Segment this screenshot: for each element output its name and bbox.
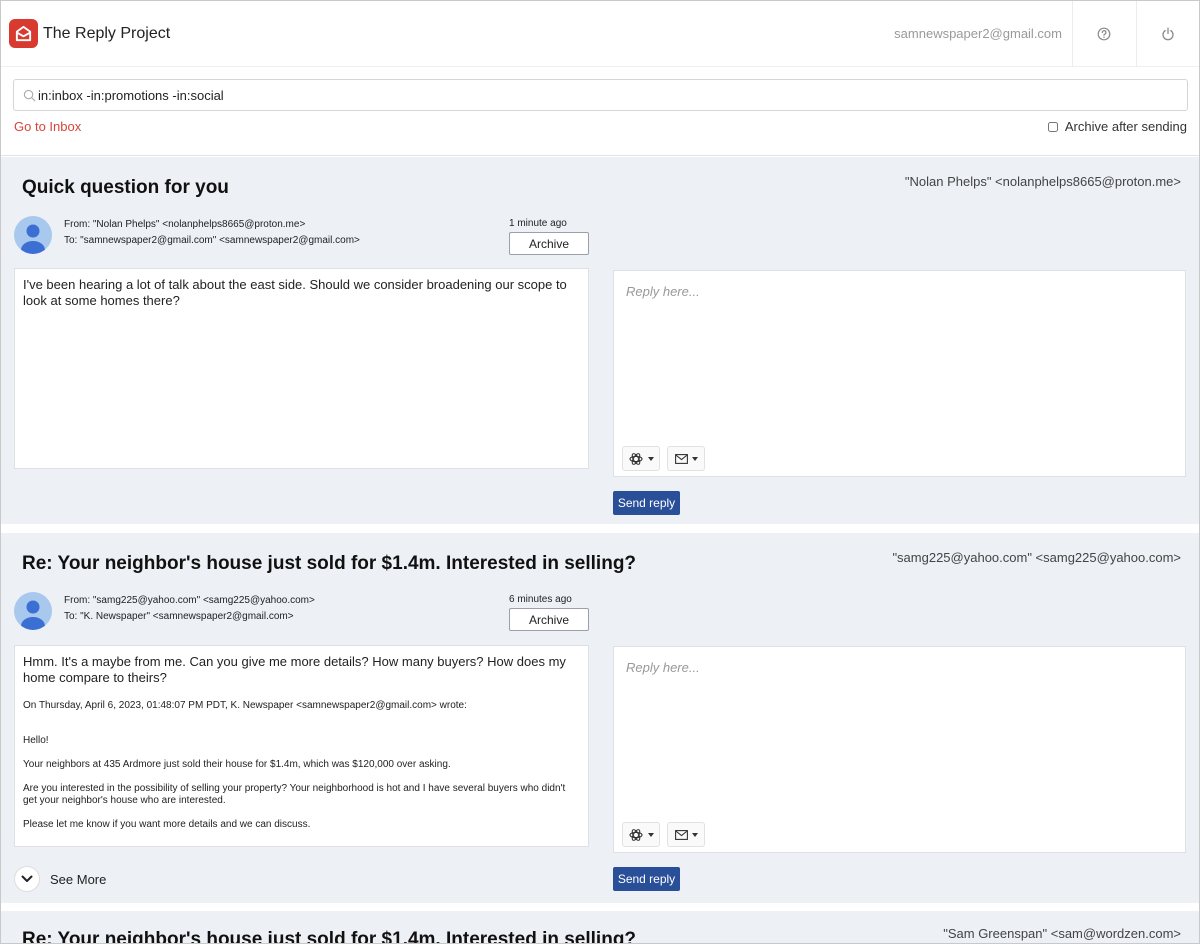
search-input[interactable] [38,87,1138,103]
ai-assist-dropdown[interactable] [622,822,660,847]
envelope-icon [674,829,688,840]
email-body: Hmm. It's a maybe from me. Can you give … [14,645,589,847]
openai-icon [629,828,643,841]
search-area: Go to Inbox Archive after sending [1,67,1199,156]
power-icon [1162,27,1174,41]
quote-line: Please let me know if you want more deta… [23,819,311,830]
email-time: 6 minutes ago [509,594,572,605]
archive-after-sending-label: Archive after sending [1064,119,1187,134]
quote-line: Hello! [23,735,49,746]
email-from: From: "Nolan Phelps" <nolanphelps8665@pr… [64,219,306,230]
openai-icon [629,452,643,465]
email-subject: Quick question for you [22,177,229,198]
send-reply-button[interactable]: Send reply [613,491,680,515]
chevron-down-icon [648,456,654,461]
quote-line: Are you interested in the possibility of… [23,783,566,806]
email-card: Re: Your neighbor's house just sold for … [1,911,1199,944]
archive-after-sending-checkbox[interactable] [1047,121,1058,132]
archive-button[interactable]: Archive [509,608,589,631]
email-sender: "samg225@yahoo.com" <samg225@yahoo.com> [892,550,1181,565]
email-to: To: "K. Newspaper" <samnewspaper2@gmail.… [64,611,294,622]
envelope-icon [674,453,688,464]
quote-line: Your neighbors at 435 Ardmore just sold … [23,759,451,770]
avatar-icon [14,216,52,254]
see-more-label: See More [50,871,107,887]
email-subject: Re: Your neighbor's house just sold for … [22,553,637,574]
logout-button[interactable] [1136,1,1199,67]
help-icon [1097,27,1111,41]
card-divider [1,524,1199,533]
email-meta: From: "Nolan Phelps" <nolanphelps8665@pr… [64,217,360,249]
chevron-down-icon [691,832,698,837]
chevron-down-icon [691,456,698,461]
app-logo-icon [9,19,38,48]
email-sender: "Nolan Phelps" <nolanphelps8665@proton.m… [904,174,1181,189]
top-bar: The Reply Project samnewspaper2@gmail.co… [1,1,1199,67]
chevron-down-icon [648,832,654,837]
quote-header: On Thursday, April 6, 2023, 01:48:07 PM … [23,700,467,711]
email-from: From: "samg225@yahoo.com" <samg225@yahoo… [64,595,315,606]
reply-input[interactable]: Reply here... [613,270,1186,477]
template-dropdown[interactable] [667,822,705,847]
email-body: I've been hearing a lot of talk about th… [14,268,589,469]
chevron-down-icon [14,866,40,892]
email-to: To: "samnewspaper2@gmail.com" <samnewspa… [64,235,360,246]
card-divider [1,903,1199,911]
app-title: The Reply Project [43,24,171,42]
email-card: Quick question for you "Nolan Phelps" <n… [1,157,1199,524]
archive-after-sending-option[interactable]: Archive after sending [1047,119,1187,134]
send-reply-button[interactable]: Send reply [613,867,680,891]
help-button[interactable] [1072,1,1135,67]
ai-assist-dropdown[interactable] [622,446,660,471]
app-window: The Reply Project samnewspaper2@gmail.co… [0,0,1200,944]
avatar-icon [14,592,52,630]
email-meta: From: "samg225@yahoo.com" <samg225@yahoo… [64,593,315,625]
email-sender: "Sam Greenspan" <sam@wordzen.com> [943,926,1181,941]
archive-button[interactable]: Archive [509,232,589,255]
user-email: samnewspaper2@gmail.com [894,26,1062,41]
go-to-inbox-link[interactable]: Go to Inbox [14,119,81,134]
search-icon [23,89,36,101]
see-more-toggle[interactable]: See More [14,866,106,892]
search-box[interactable] [13,79,1188,111]
reply-placeholder: Reply here... [626,660,700,675]
reply-placeholder: Reply here... [626,284,700,299]
email-body-text: I've been hearing a lot of talk about th… [23,277,567,308]
email-time: 1 minute ago [509,218,567,229]
email-card: Re: Your neighbor's house just sold for … [1,533,1199,903]
reply-input[interactable]: Reply here... [613,646,1186,853]
template-dropdown[interactable] [667,446,705,471]
email-subject: Re: Your neighbor's house just sold for … [22,929,637,944]
email-body-text: Hmm. It's a maybe from me. Can you give … [23,654,566,685]
